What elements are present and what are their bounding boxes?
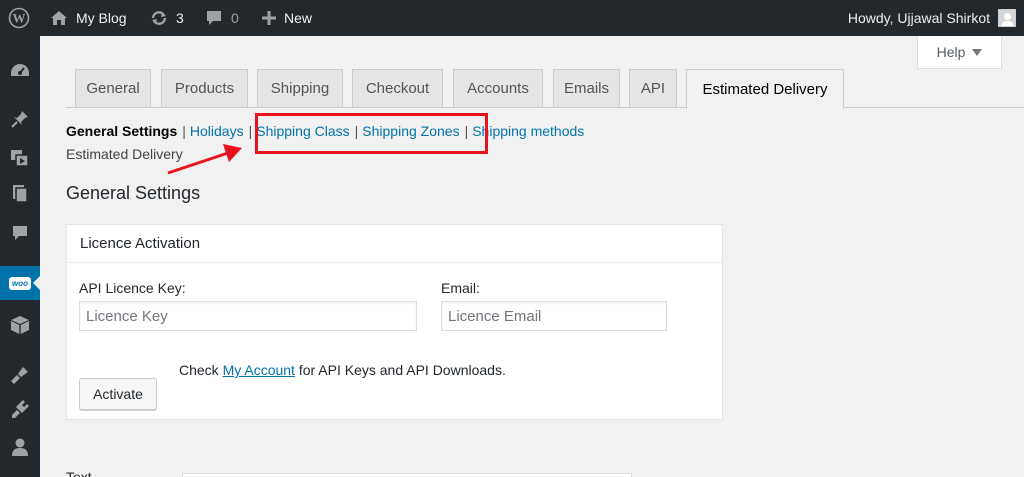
licence-activation-panel: Licence Activation API Licence Key: Emai… [66,224,723,420]
annotation-highlight-box [255,113,488,154]
site-name: My Blog [76,10,127,26]
howdy-text: Howdy, Ujjawal Shirkot [847,10,990,26]
tab-emails[interactable]: Emails [553,69,620,107]
tab-api[interactable]: API [629,69,677,107]
api-licence-key-input[interactable] [79,301,417,331]
api-key-label: API Licence Key: [79,280,186,296]
subnav-separator: | [248,123,253,139]
admin-side-menu: woo [0,36,41,477]
tab-products[interactable]: Products [161,69,248,107]
media-icon[interactable] [0,141,40,175]
bottom-field-input[interactable] [182,473,632,477]
tab-shipping[interactable]: Shipping [257,69,343,107]
users-icon[interactable] [0,430,40,464]
comments-link[interactable]: 0 [205,0,239,36]
subnav-holidays[interactable]: Holidays [190,123,244,139]
pages-icon[interactable] [0,177,40,211]
subnav-general-settings[interactable]: General Settings [66,123,177,139]
products-icon[interactable] [0,308,40,342]
appearance-icon[interactable] [0,358,40,392]
tabs-divider [66,107,1024,108]
tab-estimated-delivery[interactable]: Estimated Delivery [686,69,844,109]
my-account-link[interactable]: Howdy, Ujjawal Shirkot [848,0,1016,36]
subnav-separator: | [182,123,186,139]
api-note: Check My Account for API Keys and API Do… [179,362,506,378]
my-account-link[interactable]: My Account [223,362,295,378]
comments-count: 0 [231,10,239,26]
tab-checkout[interactable]: Checkout [352,69,443,107]
comment-icon [207,11,221,25]
plugins-icon[interactable] [0,392,40,426]
tab-accounts[interactable]: Accounts [453,69,543,107]
annotation-arrow-icon [167,144,242,175]
dashboard-icon[interactable] [0,53,40,87]
updates-count: 3 [176,10,184,26]
subnav-shipping-methods[interactable]: Shipping methods [472,123,584,139]
note-suffix: for API Keys and API Downloads. [298,362,506,378]
new-label: New [284,10,313,26]
admin-bar: W My Blog 3 0 New Howdy, Ujjawal Shirkot [0,0,1024,36]
comments-icon[interactable] [0,216,40,250]
tab-general[interactable]: General [75,69,151,107]
help-label: Help [936,44,966,60]
updates-link[interactable]: 3 [150,0,184,36]
licence-email-input[interactable] [441,301,667,331]
help-button[interactable]: Help [917,36,1002,69]
caret-down-icon [972,48,983,56]
note-prefix: Check [179,362,219,378]
email-label: Email: [441,280,480,296]
woo-badge: woo [9,276,31,290]
home-icon [51,11,67,25]
panel-title: Licence Activation [67,225,722,263]
avatar [998,9,1016,27]
woocommerce-icon[interactable]: woo [0,266,41,300]
page-title: General Settings [66,183,201,203]
svg-text:W: W [13,11,26,26]
activate-button[interactable]: Activate [79,378,157,410]
bottom-field-label: Text [66,469,92,477]
new-content-link[interactable]: New [262,0,312,36]
site-name-link[interactable]: My Blog [50,0,127,36]
wordpress-logo-icon[interactable]: W [6,0,32,36]
pin-icon[interactable] [0,102,40,136]
updates-icon [151,11,167,25]
plus-icon [262,11,276,25]
